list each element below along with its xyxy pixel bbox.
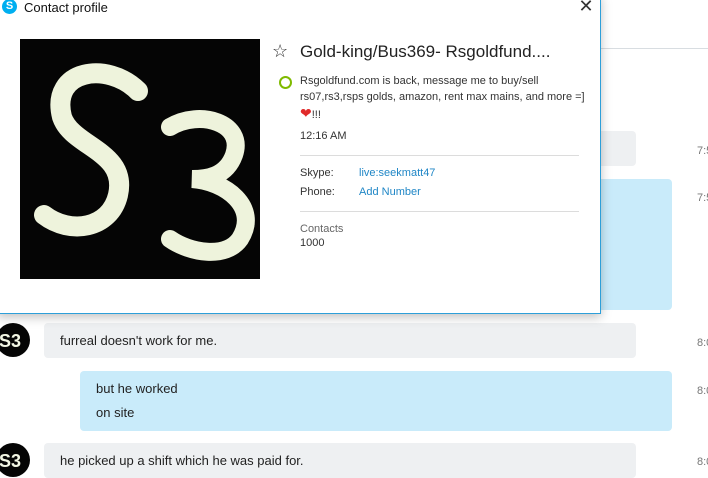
close-button[interactable]: ✕ (574, 0, 598, 16)
skype-icon: S (2, 0, 17, 14)
profile-photo (20, 39, 260, 279)
contact-profile-dialog: S Contact profile ✕ ☆ Gold-king/Bus369- … (0, 0, 601, 314)
message-bubble-incoming[interactable]: he picked up a shift which he was paid f… (44, 443, 636, 478)
message-text: but he worked (96, 381, 178, 396)
add-number-link[interactable]: Add Number (359, 186, 421, 198)
mood-message: Rsgoldfund.com is back, message me to bu… (300, 73, 585, 123)
header-divider (598, 48, 708, 49)
svg-text:S3: S3 (0, 451, 21, 471)
avatar[interactable]: S3 (0, 443, 30, 477)
dialog-title: Contact profile (24, 0, 108, 15)
message-text: he picked up a shift which he was paid f… (60, 453, 304, 468)
svg-text:S3: S3 (0, 331, 21, 351)
mood-text: Rsgoldfund.com is back, message me to bu… (300, 75, 585, 103)
profile-photo-s3-icon (20, 39, 260, 279)
presence-status-icon (279, 76, 292, 89)
message-text: on site (96, 405, 135, 420)
mood-suffix: !!! (311, 109, 321, 121)
message-time: 8:0 (697, 385, 708, 397)
contacts-label: Contacts (300, 223, 344, 235)
message-bubble-outgoing[interactable]: but he worked on site (80, 371, 672, 431)
message-time: 7:5 (697, 192, 708, 204)
favorite-star-icon[interactable]: ☆ (272, 41, 288, 62)
phone-label: Phone: (300, 186, 335, 198)
message-time: 8:0 (697, 337, 708, 349)
title-bar[interactable]: S Contact profile ✕ (0, 0, 600, 17)
local-time: 12:16 AM (300, 130, 347, 142)
message-text: furreal doesn't work for me. (60, 333, 218, 348)
message-bubble-incoming[interactable]: furreal doesn't work for me. (44, 323, 636, 358)
divider (300, 155, 579, 156)
avatar[interactable]: S3 (0, 323, 30, 357)
message-time: 8:0 (697, 456, 708, 468)
contact-display-name: Gold-king/Bus369- Rsgoldfund.... (300, 42, 551, 61)
message-time: 7:5 (697, 145, 708, 157)
skype-id-link[interactable]: live:seekmatt47 (359, 167, 435, 179)
skype-label: Skype: (300, 167, 334, 179)
heart-icon: ❤ (300, 105, 312, 121)
contacts-count: 1000 (300, 237, 325, 249)
divider (300, 211, 579, 212)
